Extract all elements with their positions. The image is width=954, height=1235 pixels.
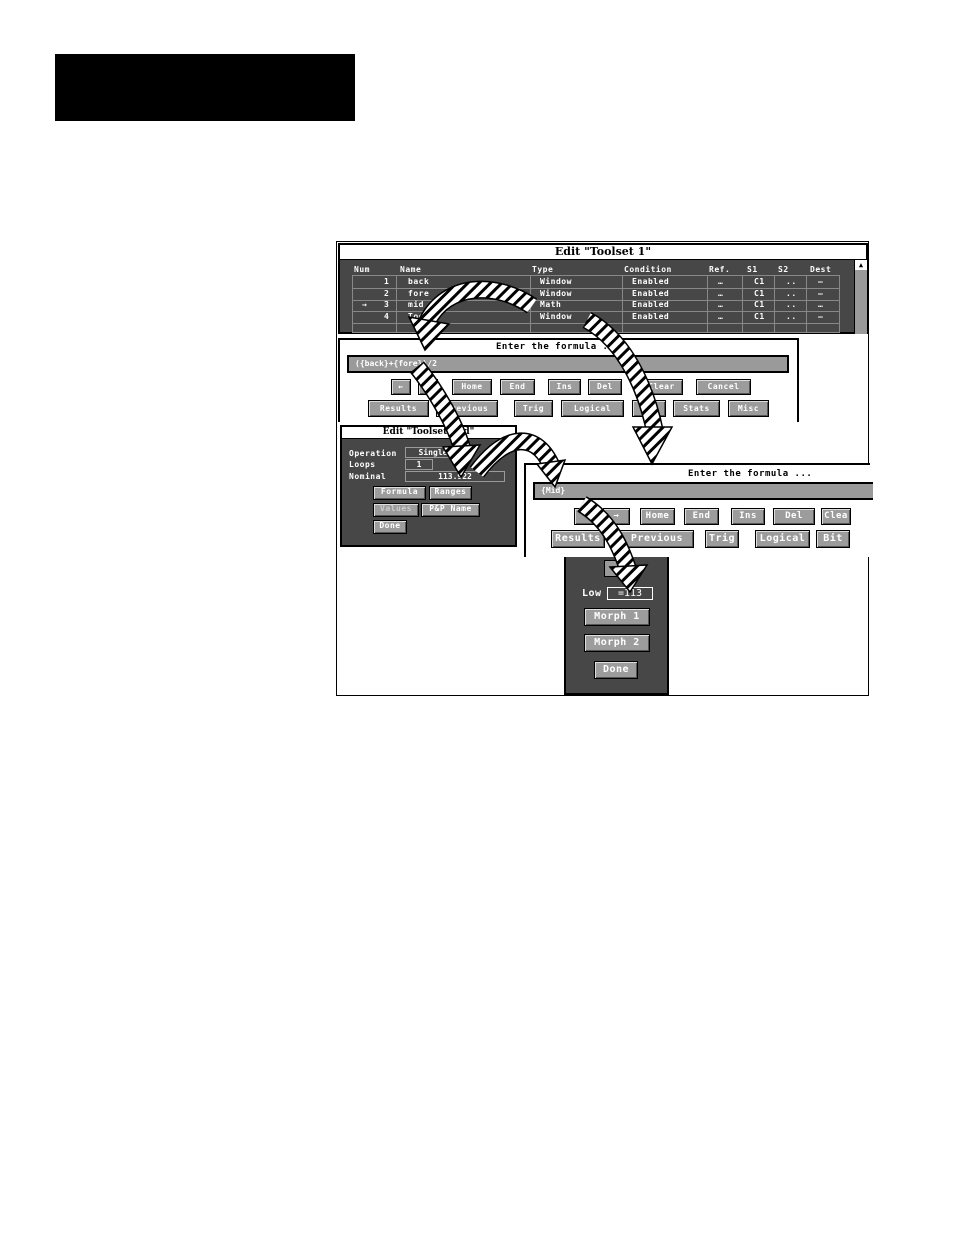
arrows-overlay xyxy=(407,280,674,594)
chapter-header-block xyxy=(55,54,355,121)
document-page: Edit "Toolset 1" Num Name Type Condition Ref… xyxy=(0,0,954,1235)
figure-frame: Edit "Toolset 1" Num Name Type Condition Ref… xyxy=(336,241,873,696)
